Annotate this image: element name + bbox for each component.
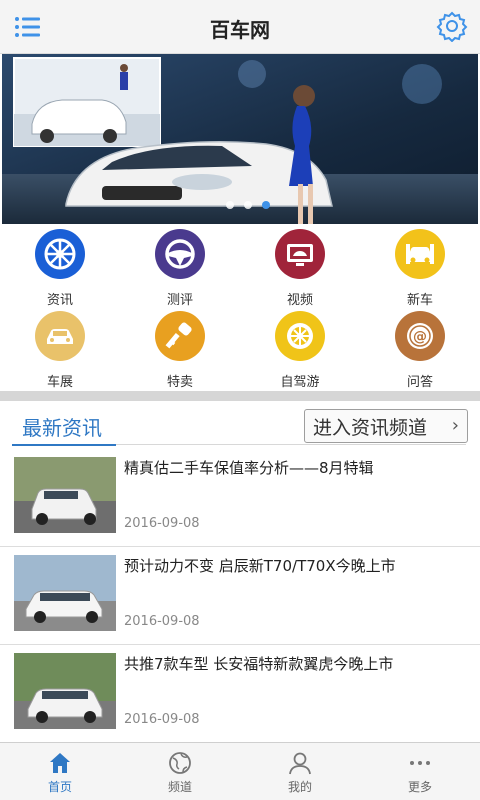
tab-label: 频道 xyxy=(167,780,192,794)
news-item[interactable]: 预计动力不变 启辰新T70/T70X今晚上市 2016-09-08 xyxy=(0,547,480,645)
section-divider xyxy=(0,391,480,401)
banner-dot[interactable] xyxy=(244,201,252,209)
category-label: 资讯 xyxy=(46,293,73,308)
category-label: 自驾游 xyxy=(280,375,320,390)
news-headline: 预计动力不变 启辰新T70/T70X今晚上市 xyxy=(124,557,396,575)
tab-more[interactable]: 更多 xyxy=(360,743,480,800)
news-item[interactable]: 共推7款车型 长安福特新款翼虎今晚上市 2016-09-08 xyxy=(0,645,480,743)
category-grid: 资讯 测评 视频 新车 车展 特卖 自驾游 @ 问答 xyxy=(0,226,480,390)
new-car-icon xyxy=(395,229,445,279)
news-date: 2016-09-08 xyxy=(124,712,200,727)
banner-dot-active[interactable] xyxy=(262,201,270,209)
category-road-trip[interactable]: 自驾游 xyxy=(240,308,360,390)
app-title: 百车网 xyxy=(210,18,270,42)
tab-mine[interactable]: 我的 xyxy=(240,743,360,800)
banner-dot[interactable] xyxy=(226,201,234,209)
promo-banner[interactable] xyxy=(2,54,478,224)
chevron-right-icon: › xyxy=(451,415,459,436)
banner-dots xyxy=(226,201,270,209)
category-label: 问答 xyxy=(406,375,433,390)
news-headline: 共推7款车型 长安福特新款翼虎今晚上市 xyxy=(124,655,394,673)
news-date: 2016-09-08 xyxy=(124,516,200,531)
video-car-icon xyxy=(275,229,325,279)
svg-text:@: @ xyxy=(413,329,427,345)
enter-news-channel-button[interactable]: 进入资讯频道 › xyxy=(304,409,468,443)
channel-button-label: 进入资讯频道 xyxy=(313,416,428,439)
category-label: 视频 xyxy=(286,293,313,308)
key-icon xyxy=(155,311,205,361)
news-item[interactable]: 精真估二手车保值率分析——8月特辑 2016-09-08 xyxy=(0,449,480,547)
category-label: 特卖 xyxy=(166,375,193,390)
tab-label: 首页 xyxy=(47,780,72,794)
wheel-icon xyxy=(35,229,85,279)
more-dots-icon xyxy=(407,750,433,776)
car-show-icon xyxy=(35,311,85,361)
at-icon: @ xyxy=(395,311,445,361)
rim-icon xyxy=(275,311,325,361)
section-underline xyxy=(116,444,466,445)
gear-icon[interactable] xyxy=(436,10,468,43)
news-thumbnail xyxy=(14,555,116,631)
news-thumbnail xyxy=(14,653,116,729)
globe-icon xyxy=(167,750,193,776)
home-icon xyxy=(47,750,73,776)
bottom-tab-bar: 首页 频道 我的 更多 xyxy=(0,742,480,800)
steering-wheel-icon xyxy=(155,229,205,279)
news-headline: 精真估二手车保值率分析——8月特辑 xyxy=(124,459,374,477)
news-date: 2016-09-08 xyxy=(124,614,200,629)
category-qa[interactable]: @ 问答 xyxy=(360,308,480,390)
category-sale[interactable]: 特卖 xyxy=(120,308,240,390)
top-header: 百车网 xyxy=(0,0,480,54)
tab-label: 我的 xyxy=(287,780,312,794)
category-news[interactable]: 资讯 xyxy=(0,226,120,308)
category-video[interactable]: 视频 xyxy=(240,226,360,308)
category-new-car[interactable]: 新车 xyxy=(360,226,480,308)
section-title: 最新资讯 xyxy=(12,408,116,446)
category-label: 测评 xyxy=(166,293,193,308)
news-thumbnail xyxy=(14,457,116,533)
user-icon xyxy=(287,750,313,776)
category-label: 新车 xyxy=(406,293,433,308)
tab-label: 更多 xyxy=(407,780,432,794)
tab-home[interactable]: 首页 xyxy=(0,743,120,800)
category-label: 车展 xyxy=(46,375,73,390)
tab-channels[interactable]: 频道 xyxy=(120,743,240,800)
category-review[interactable]: 测评 xyxy=(120,226,240,308)
category-car-show[interactable]: 车展 xyxy=(0,308,120,390)
